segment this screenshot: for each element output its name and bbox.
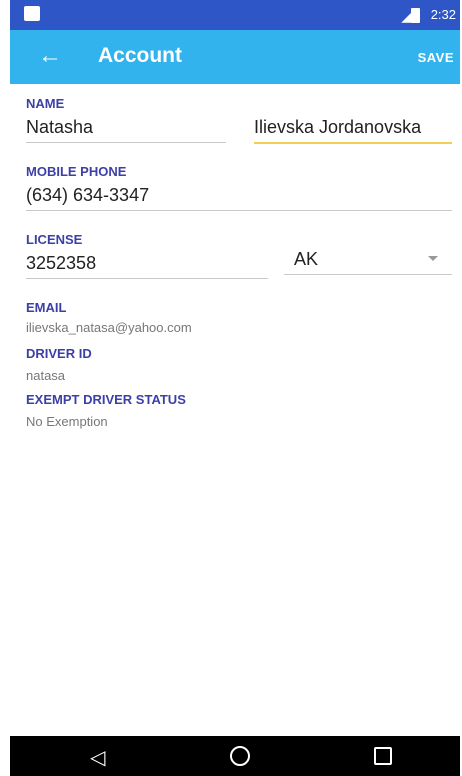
last-name-value: Ilievska Jordanovska: [254, 117, 422, 137]
status-bar: ◢ 2:32: [10, 0, 460, 30]
battery-icon: [411, 8, 420, 23]
first-name-field[interactable]: Natasha: [26, 112, 226, 143]
license-number-value: 3252358: [26, 253, 97, 273]
nav-home-icon[interactable]: [230, 746, 250, 766]
status-time: 2:32: [430, 7, 456, 22]
app-bar: ← Account SAVE: [10, 30, 460, 84]
mobile-phone-label: MOBILE PHONE: [26, 164, 127, 179]
nav-back-icon[interactable]: ◁: [90, 745, 105, 770]
save-button[interactable]: SAVE: [418, 50, 454, 65]
page-title: Account: [98, 44, 182, 67]
license-label: LICENSE: [26, 232, 83, 247]
license-state-value: AK: [294, 249, 319, 269]
last-name-field[interactable]: Ilievska Jordanovska: [254, 112, 452, 144]
exempt-status-label: EXEMPT DRIVER STATUS: [26, 392, 186, 407]
driver-id-label: DRIVER ID: [26, 346, 92, 361]
driver-id-value: natasa: [26, 368, 66, 383]
first-name-value: Natasha: [26, 117, 94, 137]
name-label: NAME: [26, 96, 65, 111]
back-arrow-icon[interactable]: ←: [38, 42, 62, 70]
navigation-bar: ◁: [10, 736, 460, 776]
email-label: EMAIL: [26, 300, 67, 315]
license-state-select[interactable]: AK: [284, 244, 452, 275]
nav-recents-icon[interactable]: [374, 747, 392, 765]
dropdown-arrow-icon: [428, 256, 438, 261]
mobile-phone-field[interactable]: (634) 634-3347: [26, 180, 452, 211]
mobile-phone-value: (634) 634-3347: [26, 185, 150, 205]
license-number-field[interactable]: 3252358: [26, 248, 268, 279]
sim-card-icon: [24, 6, 40, 21]
exempt-status-value: No Exemption: [26, 414, 108, 429]
email-value: ilievska_natasa@yahoo.com: [26, 320, 192, 335]
